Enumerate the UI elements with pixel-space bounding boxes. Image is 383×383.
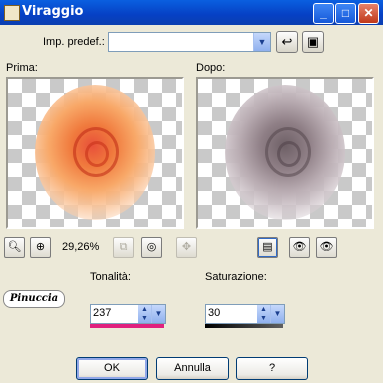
- preset-label: Imp. predef.:: [43, 36, 105, 48]
- eye-lock-icon: 👁︎: [292, 241, 307, 253]
- undo-arrow-icon: ↩: [281, 34, 293, 49]
- spin-arrows-icon[interactable]: ▲ ▼: [257, 305, 270, 323]
- rose-image-toned: [225, 85, 345, 220]
- cancel-button[interactable]: Annulla: [156, 357, 229, 380]
- close-button[interactable]: ✕: [358, 3, 379, 24]
- floppy-disk-icon: ▣: [306, 34, 320, 49]
- actual-size-button[interactable]: ◎: [141, 237, 162, 258]
- chevron-down-icon[interactable]: ▼: [253, 33, 270, 51]
- rose-petal: [85, 141, 109, 167]
- after-label: Dopo:: [196, 62, 226, 74]
- reset-preset-button[interactable]: ↩: [276, 31, 298, 53]
- saturation-spinbox[interactable]: 30 ▲ ▼ ▼: [205, 304, 285, 324]
- title-bar[interactable]: Viraggio _ □ ✕: [0, 0, 383, 25]
- rose-petal: [277, 141, 301, 167]
- auto-preview-button[interactable]: 👁︎: [289, 237, 310, 258]
- preview-button[interactable]: 👁︎: [316, 237, 337, 258]
- zoom-in-button[interactable]: ⊕: [30, 237, 51, 258]
- saturation-bar: [205, 324, 283, 328]
- split-view-button[interactable]: ▤: [257, 237, 278, 258]
- save-preset-button[interactable]: ▣: [302, 31, 324, 53]
- magnifier-plus-icon: ⊕: [35, 241, 46, 253]
- saturation-value[interactable]: 30: [208, 307, 220, 319]
- after-preview[interactable]: [196, 77, 374, 229]
- pan-button[interactable]: ✥: [176, 237, 197, 258]
- window-title: Viraggio: [22, 4, 84, 19]
- fit-window-icon: ⧉: [119, 241, 128, 253]
- before-preview[interactable]: [6, 77, 184, 229]
- hue-label: Tonalità:: [90, 271, 131, 283]
- before-label: Prima:: [6, 62, 38, 74]
- rose-image-original: [35, 85, 155, 220]
- hue-spinbox[interactable]: 237 ▲ ▼ ▼: [90, 304, 166, 324]
- layout-panels-icon: ▤: [262, 241, 273, 253]
- logo-text: Pinuccia: [9, 293, 59, 304]
- fit-view-button[interactable]: ⧉: [113, 237, 134, 258]
- pinuccia-logo: Pinuccia: [3, 290, 65, 308]
- move-cross-icon: ✥: [181, 241, 192, 253]
- hue-color-bar: [90, 324, 164, 328]
- magnifier-minus-icon: 🔍︎: [7, 241, 22, 253]
- zoom-level: 29,26%: [62, 241, 100, 253]
- dialog-window: Viraggio _ □ ✕ Imp. predef.: ▼ ↩ ▣ Prima…: [0, 0, 383, 383]
- help-button[interactable]: ?: [236, 357, 308, 380]
- ok-button[interactable]: OK: [76, 357, 148, 380]
- preset-select[interactable]: ▼: [108, 32, 271, 52]
- saturation-label: Saturazione:: [205, 271, 267, 283]
- minimize-button[interactable]: _: [313, 3, 334, 24]
- app-icon: [4, 5, 20, 21]
- spin-arrows-icon[interactable]: ▲ ▼: [138, 305, 151, 323]
- chevron-down-icon[interactable]: ▼: [270, 305, 284, 323]
- hue-value[interactable]: 237: [93, 307, 111, 319]
- maximize-button[interactable]: □: [335, 3, 356, 24]
- magnifier-icon: ◎: [146, 241, 157, 253]
- eye-icon: 👁︎: [319, 241, 334, 253]
- zoom-out-button[interactable]: 🔍︎: [4, 237, 25, 258]
- chevron-down-icon[interactable]: ▼: [151, 305, 165, 323]
